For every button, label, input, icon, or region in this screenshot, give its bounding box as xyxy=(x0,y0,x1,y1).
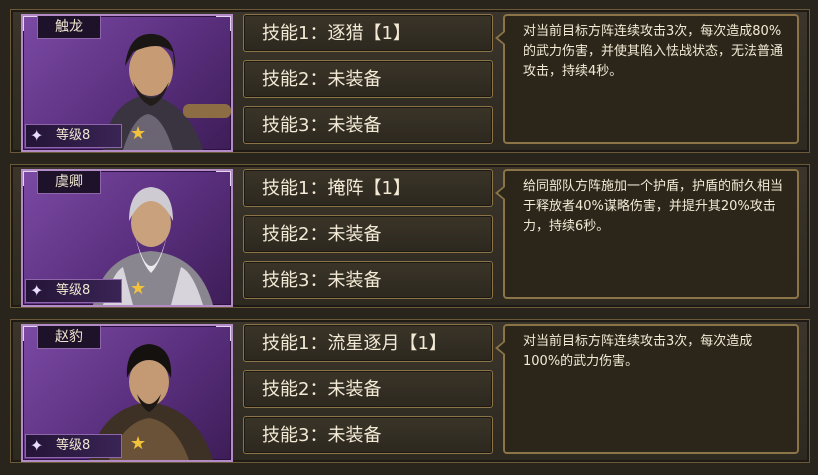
general-level-bar: ✦ 等级8 ★ xyxy=(25,278,146,303)
skill-description-text: 对当前目标方阵连续攻击3次，每次造成80%的武力伤害，并使其陷入怯战状态，无法普… xyxy=(523,24,784,79)
skill-list: 技能1：流星逐月【1】 技能2：未装备 技能3：未装备 xyxy=(243,324,493,462)
skill-list: 技能1：逐猎【1】 技能2：未装备 技能3：未装备 xyxy=(243,14,493,152)
star-icon: ★ xyxy=(130,278,147,299)
star-icon: ★ xyxy=(130,433,147,454)
skill-description: 对当前目标方阵连续攻击3次，每次造成80%的武力伤害，并使其陷入怯战状态，无法普… xyxy=(495,14,799,144)
skill-description-text: 给同部队方阵施加一个护盾，护盾的耐久相当于释放者40%谋略伤害，并提升其20%攻… xyxy=(523,179,784,234)
general-level-bar: ✦ 等级8 ★ xyxy=(25,433,146,458)
skill-slot-3[interactable]: 技能3：未装备 xyxy=(243,106,493,144)
skill-slot-1[interactable]: 技能1：逐猎【1】 xyxy=(243,14,493,52)
general-level-bar: ✦ 等级8 ★ xyxy=(25,123,146,148)
general-level: 等级8 xyxy=(56,438,91,453)
skill-slot-1[interactable]: 技能1：流星逐月【1】 xyxy=(243,324,493,362)
skill-description: 给同部队方阵施加一个护盾，护盾的耐久相当于释放者40%谋略伤害，并提升其20%攻… xyxy=(495,169,799,299)
general-panel-2: 虞卿 ✦ 等级8 ★ 技能1：掩阵【1】 技能2：未装备 技能3：未装备 给同部… xyxy=(10,164,810,308)
general-name: 虞卿 xyxy=(37,171,101,194)
rank-badge-icon: ✦ xyxy=(30,281,44,300)
skill-slot-3[interactable]: 技能3：未装备 xyxy=(243,261,493,299)
rank-badge-icon: ✦ xyxy=(30,436,44,455)
general-name: 赵豹 xyxy=(37,326,101,349)
skill-slot-3[interactable]: 技能3：未装备 xyxy=(243,416,493,454)
general-portrait[interactable]: 触龙 ✦ 等级8 ★ xyxy=(21,14,233,152)
general-panel-3: 赵豹 ✦ 等级8 ★ 技能1：流星逐月【1】 技能2：未装备 技能3：未装备 对… xyxy=(10,319,810,463)
skill-slot-1[interactable]: 技能1：掩阵【1】 xyxy=(243,169,493,207)
general-name: 触龙 xyxy=(37,16,101,39)
skill-slot-2[interactable]: 技能2：未装备 xyxy=(243,215,493,253)
general-panel-1: 触龙 ✦ 等级8 ★ 技能1：逐猎【1】 技能2：未装备 技能3：未装备 对当前… xyxy=(10,9,810,153)
general-level: 等级8 xyxy=(56,283,91,298)
skill-slot-2[interactable]: 技能2：未装备 xyxy=(243,370,493,408)
rank-badge-icon: ✦ xyxy=(30,126,44,145)
general-portrait[interactable]: 虞卿 ✦ 等级8 ★ xyxy=(21,169,233,307)
general-level: 等级8 xyxy=(56,128,91,143)
skill-description: 对当前目标方阵连续攻击3次，每次造成100%的武力伤害。 xyxy=(495,324,799,454)
skill-description-text: 对当前目标方阵连续攻击3次，每次造成100%的武力伤害。 xyxy=(523,334,753,369)
skill-slot-2[interactable]: 技能2：未装备 xyxy=(243,60,493,98)
general-portrait[interactable]: 赵豹 ✦ 等级8 ★ xyxy=(21,324,233,462)
skill-list: 技能1：掩阵【1】 技能2：未装备 技能3：未装备 xyxy=(243,169,493,307)
star-icon: ★ xyxy=(130,123,147,144)
